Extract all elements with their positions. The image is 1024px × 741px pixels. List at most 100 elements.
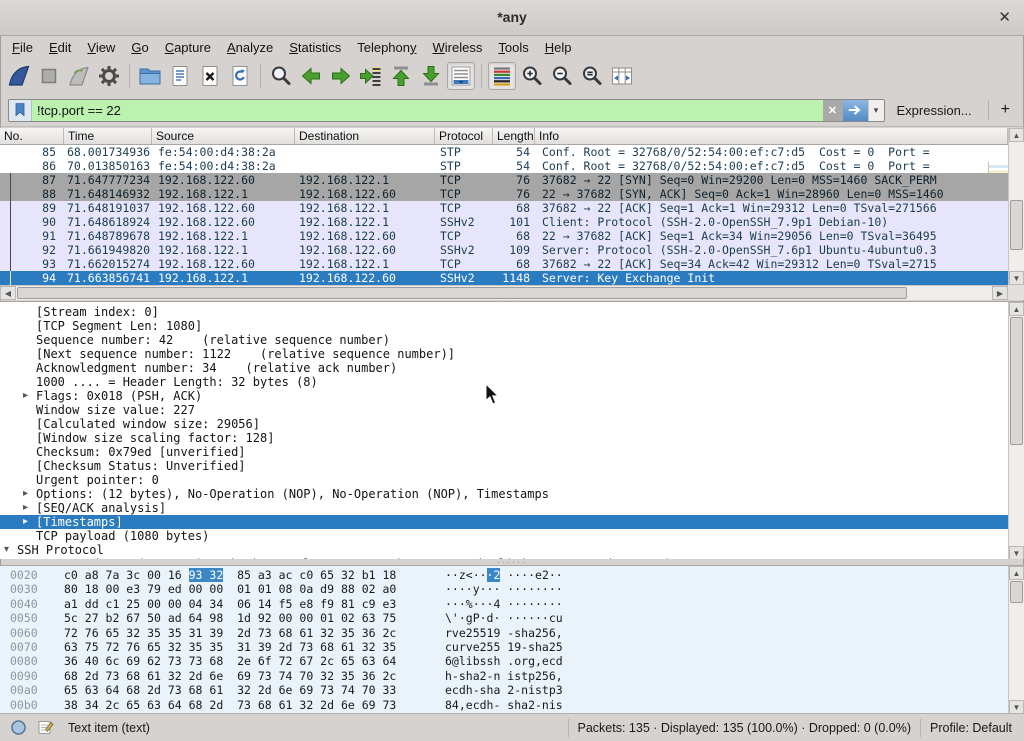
profile-button[interactable]: Profile: Default (930, 721, 1012, 735)
detail-line[interactable]: Sequence number: 42 (relative sequence n… (0, 333, 1008, 347)
detail-line[interactable]: Acknowledgment number: 34 (relative ack … (0, 361, 1008, 375)
hex-row[interactable]: 009068 2d 73 68 61 32 2d 6e 69 73 74 70 … (0, 669, 1008, 683)
toolbar-find-packet-icon[interactable] (267, 62, 295, 90)
close-icon[interactable]: ✕ (998, 8, 1011, 26)
packet-row-85[interactable]: 8568.001734936fe:54:00:d4:38:2aSTP54Conf… (0, 145, 1024, 159)
bytes-vscrollbar[interactable]: ▲ ▼ (1008, 566, 1024, 713)
details-vscrollbar[interactable]: ▲ ▼ (1008, 302, 1024, 559)
column-header-protocol[interactable]: Protocol (435, 128, 493, 144)
detail-line[interactable]: ▸[Timestamps] (0, 515, 1008, 529)
column-header-info[interactable]: Info (535, 128, 1008, 144)
menu-telephony[interactable]: Telephony (349, 38, 424, 57)
detail-line[interactable]: [Window size scaling factor: 128] (0, 431, 1008, 445)
detail-line[interactable]: [Stream index: 0] (0, 305, 1008, 319)
toolbar-capture-options-icon[interactable] (95, 62, 123, 90)
detail-line[interactable]: [Next sequence number: 1122 (relative se… (0, 347, 1008, 361)
packet-row-91[interactable]: 9171.648789678192.168.122.1192.168.122.6… (0, 229, 1024, 243)
packet-row-90[interactable]: 9071.648618924192.168.122.60192.168.122.… (0, 215, 1024, 229)
hex-row[interactable]: 003080 18 00 e3 79 ed 00 00 01 01 08 0a … (0, 582, 1008, 596)
expander-icon[interactable]: ▾ (4, 543, 9, 557)
toolbar-go-back-icon[interactable] (297, 62, 325, 90)
expression-button[interactable]: Expression... (897, 103, 972, 118)
expander-icon[interactable]: ▸ (23, 487, 28, 501)
toolbar-go-forward-icon[interactable] (327, 62, 355, 90)
capture-comment-icon[interactable] (37, 719, 54, 736)
filter-dropdown-icon[interactable]: ▾ (868, 100, 884, 121)
detail-line[interactable]: ▸[SEQ/ACK analysis] (0, 501, 1008, 515)
toolbar-zoom-in-icon[interactable] (518, 62, 546, 90)
detail-line[interactable]: [Calculated window size: 29056] (0, 417, 1008, 431)
toolbar-go-first-icon[interactable] (387, 62, 415, 90)
detail-line[interactable]: [TCP Segment Len: 1080] (0, 319, 1008, 333)
toolbar-colorize-icon[interactable] (488, 62, 516, 90)
toolbar-capture-stop-icon[interactable] (35, 62, 63, 90)
scrollbar-thumb[interactable] (1010, 317, 1023, 445)
detail-line[interactable]: ▸Flags: 0x018 (PSH, ACK) (0, 389, 1008, 403)
filter-apply-icon[interactable] (843, 100, 868, 121)
detail-line[interactable]: [Checksum Status: Unverified] (0, 459, 1008, 473)
filter-bookmark-icon[interactable] (9, 100, 32, 121)
column-header-time[interactable]: Time (64, 128, 152, 144)
menu-tools[interactable]: Tools (490, 38, 536, 57)
hex-row[interactable]: 0020c0 a8 7a 3c 00 16 93 32 85 a3 ac c0 … (0, 568, 1008, 582)
toolbar-go-last-icon[interactable] (417, 62, 445, 90)
menu-wireless[interactable]: Wireless (425, 38, 491, 57)
toolbar-file-reload-icon[interactable] (226, 62, 254, 90)
expander-icon[interactable]: ▸ (23, 501, 28, 515)
expander-icon[interactable]: ▸ (23, 515, 28, 529)
hex-row[interactable]: 00a065 63 64 68 2d 73 68 61 32 2d 6e 69 … (0, 683, 1008, 697)
expert-info-icon[interactable] (10, 719, 27, 736)
toolbar-file-close-icon[interactable] (196, 62, 224, 90)
packet-row-94[interactable]: 9471.663856741192.168.122.1192.168.122.6… (0, 271, 1024, 285)
packet-row-93[interactable]: 9371.662015274192.168.122.60192.168.122.… (0, 257, 1024, 271)
hex-row[interactable]: 00b038 34 2c 65 63 64 68 2d 73 68 61 32 … (0, 698, 1008, 712)
hex-row[interactable]: 0040a1 dd c1 25 00 00 04 34 06 14 f5 e8 … (0, 597, 1008, 611)
hex-row[interactable]: 00505c 27 b2 67 50 ad 64 98 1d 92 00 00 … (0, 611, 1008, 625)
menu-file[interactable]: File (4, 38, 41, 57)
packet-row-92[interactable]: 9271.661949820192.168.122.1192.168.122.6… (0, 243, 1024, 257)
packet-row-88[interactable]: 8871.648146932192.168.122.1192.168.122.6… (0, 187, 1024, 201)
scroll-down-icon[interactable]: ▼ (1009, 700, 1024, 713)
scroll-down-icon[interactable]: ▼ (1009, 271, 1024, 285)
menu-go[interactable]: Go (123, 38, 156, 57)
detail-line[interactable]: Urgent pointer: 0 (0, 473, 1008, 487)
menu-view[interactable]: View (79, 38, 123, 57)
detail-line[interactable]: ▸Options: (12 bytes), No-Operation (NOP)… (0, 487, 1008, 501)
detail-line[interactable]: TCP payload (1080 bytes) (0, 529, 1008, 543)
scroll-down-icon[interactable]: ▼ (1009, 546, 1024, 559)
packet-row-86[interactable]: 8670.013850163fe:54:00:d4:38:2aSTP54Conf… (0, 159, 1024, 173)
packet-row-87[interactable]: 8771.647777234192.168.122.60192.168.122.… (0, 173, 1024, 187)
menu-analyze[interactable]: Analyze (219, 38, 281, 57)
toolbar-capture-start-icon[interactable] (5, 62, 33, 90)
display-filter-input[interactable] (32, 100, 823, 121)
toolbar-file-save-icon[interactable] (166, 62, 194, 90)
add-filter-button[interactable]: + (995, 101, 1016, 119)
column-header-destination[interactable]: Destination (295, 128, 435, 144)
toolbar-resize-columns-icon[interactable] (608, 62, 636, 90)
hex-row[interactable]: 007063 75 72 76 65 32 35 35 31 39 2d 73 … (0, 640, 1008, 654)
detail-line[interactable]: Window size value: 227 (0, 403, 1008, 417)
hex-row[interactable]: 006072 76 65 32 35 35 31 39 2d 73 68 61 … (0, 626, 1008, 640)
hex-row[interactable]: 008036 40 6c 69 62 73 73 68 2e 6f 72 67 … (0, 654, 1008, 668)
toolbar-zoom-out-icon[interactable] (548, 62, 576, 90)
column-header-length[interactable]: Length (493, 128, 535, 144)
toolbar-go-to-packet-icon[interactable] (357, 62, 385, 90)
expander-icon[interactable]: ▸ (23, 389, 28, 403)
toolbar-file-open-icon[interactable] (136, 62, 164, 90)
detail-line[interactable]: ▾SSH Protocol (0, 543, 1008, 557)
column-header-source[interactable]: Source (152, 128, 295, 144)
menu-help[interactable]: Help (537, 38, 580, 57)
packet-list-vscrollbar[interactable]: ▲ ▼ (1008, 128, 1024, 285)
toolbar-capture-restart-icon[interactable] (65, 62, 93, 90)
scrollbar-thumb[interactable] (1010, 200, 1023, 250)
toolbar-zoom-original-icon[interactable] (578, 62, 606, 90)
detail-line[interactable]: 1000 .... = Header Length: 32 bytes (8) (0, 375, 1008, 389)
scrollbar-thumb[interactable] (1010, 581, 1023, 603)
filter-clear-icon[interactable]: ✕ (823, 100, 843, 121)
detail-line[interactable]: Checksum: 0x79ed [unverified] (0, 445, 1008, 459)
menu-edit[interactable]: Edit (41, 38, 79, 57)
menu-capture[interactable]: Capture (157, 38, 219, 57)
scroll-up-icon[interactable]: ▲ (1009, 302, 1024, 316)
menu-statistics[interactable]: Statistics (281, 38, 349, 57)
scroll-up-icon[interactable]: ▲ (1009, 128, 1024, 142)
